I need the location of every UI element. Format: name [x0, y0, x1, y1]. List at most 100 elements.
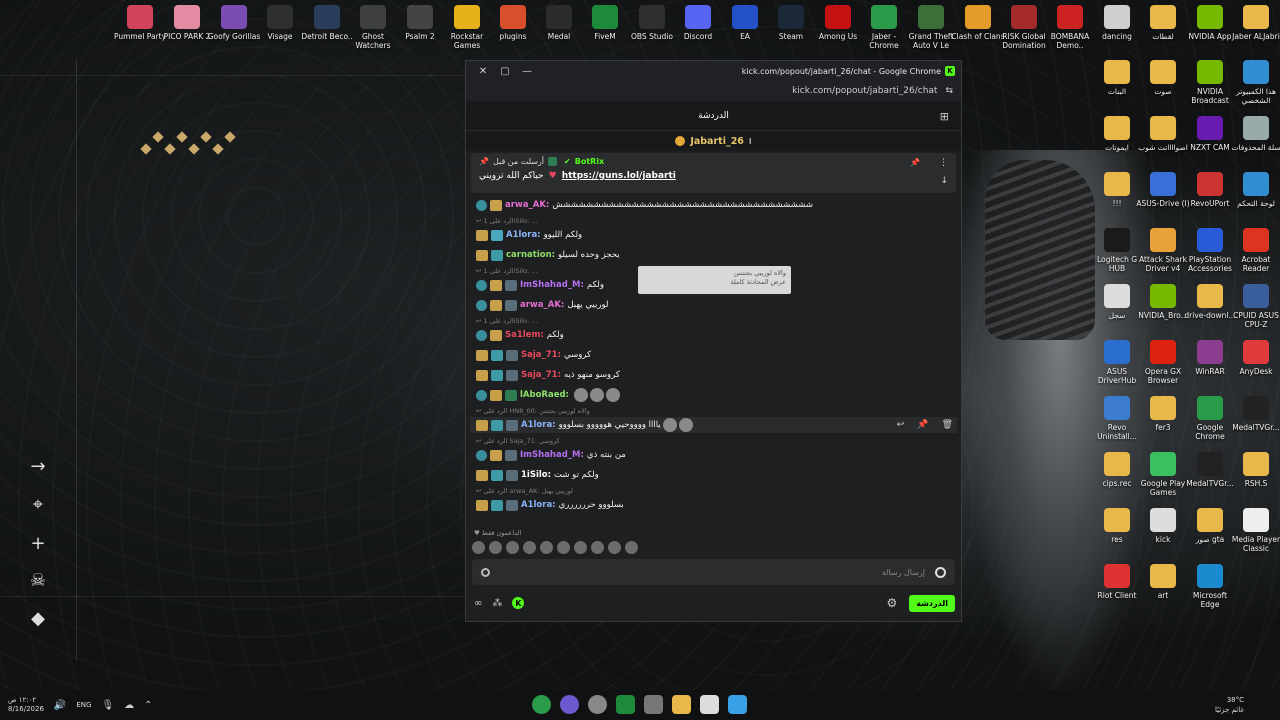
plus-cross-icon[interactable]: +: [24, 529, 52, 557]
chat-username[interactable]: A1lora:: [521, 500, 556, 510]
desktop-shortcut[interactable]: BOMBANA Demo..: [1043, 5, 1097, 50]
chat-message[interactable]: ImShahad_M: من بنته ذي: [476, 447, 953, 463]
send-chat-button[interactable]: الدردشة: [909, 594, 955, 612]
chat-username[interactable]: Saja_71:: [521, 370, 561, 380]
maximize-icon[interactable]: ▢: [494, 63, 516, 79]
chat-message[interactable]: A1lora: ولكم الليوو: [476, 227, 953, 243]
desktop-shortcut[interactable]: Psalm 2: [393, 5, 447, 41]
avatar[interactable]: [625, 541, 638, 554]
desktop-shortcut[interactable]: سلة المحذوفات: [1229, 116, 1280, 152]
chat-username[interactable]: Saja_71:: [521, 350, 561, 360]
desktop-shortcut[interactable]: ASUS-Drive (I): [1136, 172, 1190, 208]
chat-input[interactable]: إرسال رسالة: [472, 559, 955, 585]
minimize-icon[interactable]: —: [516, 63, 538, 79]
clock[interactable]: ١٢:٠٢ ص 8/16/2026: [8, 696, 44, 714]
close-icon[interactable]: ✕: [472, 63, 494, 79]
desktop-shortcut[interactable]: Opera GX Browser: [1136, 340, 1190, 385]
desktop-shortcut[interactable]: Pummel Party: [113, 5, 167, 41]
desktop-shortcut[interactable]: Grand Theft Auto V Le: [904, 5, 958, 50]
reply-icon[interactable]: ↩: [897, 420, 905, 430]
reply-context[interactable]: ↩ الرد على arwa_AK: لوربيي يهبل: [476, 487, 573, 495]
chat-message[interactable]: Sa1lem: ولكم: [476, 327, 953, 343]
skull-icon[interactable]: ☠: [24, 566, 52, 594]
chat-username[interactable]: A1lora:: [506, 230, 541, 240]
desktop-shortcut[interactable]: RSH.S: [1229, 452, 1280, 488]
emoji-icon[interactable]: [935, 566, 946, 578]
chat-message[interactable]: A1lora: ياااا ووووحيي هووووو بسلووو ↩ 📌 🗑: [470, 417, 957, 433]
pin-message-icon[interactable]: 📌: [917, 420, 928, 430]
expand-down-icon[interactable]: ↓: [940, 176, 948, 186]
desktop-shortcut[interactable]: Acrobat Reader: [1229, 228, 1280, 273]
avatar[interactable]: [540, 541, 553, 554]
reply-context[interactable]: ↩ الرد على HN8_00: والاه لوربيي بجنننن: [476, 407, 590, 415]
settings-taskbar-icon[interactable]: [588, 695, 607, 714]
chat-message[interactable]: arwa_AK: شششششششششششششششششششششششششششششششش…: [476, 197, 953, 213]
desktop-shortcut[interactable]: هذا الكمبيوتر الشخصي: [1229, 60, 1280, 105]
chevron-up-icon[interactable]: ⌃: [144, 700, 152, 711]
infinity-icon[interactable]: ∞: [474, 598, 482, 609]
site-settings-icon[interactable]: ⇆: [945, 86, 953, 96]
reply-context[interactable]: ↩ الرد على 1iSilo: ...: [476, 317, 538, 325]
desktop-shortcut[interactable]: Discord: [671, 5, 725, 41]
app-taskbar-icon[interactable]: [560, 695, 579, 714]
pinned-link[interactable]: https://guns.lol/jabarti: [562, 171, 676, 181]
points-icon[interactable]: ⁂: [492, 598, 502, 609]
desktop-shortcut[interactable]: اصوااااتت شوب: [1136, 116, 1190, 152]
desktop-shortcut[interactable]: لوحة التحكم: [1229, 172, 1280, 208]
crosshair-icon[interactable]: ⌖: [24, 490, 52, 518]
chat-username[interactable]: A1lora:: [521, 420, 556, 430]
reply-context[interactable]: ↩ الرد على 1iSilo: ...: [476, 217, 538, 225]
desktop-shortcut[interactable]: FiveM: [578, 5, 632, 41]
desktop-shortcut[interactable]: Ghost Watchers: [346, 5, 400, 50]
diamond-icon[interactable]: ◆: [24, 604, 52, 632]
emote-picker-icon[interactable]: [481, 567, 490, 577]
streamer-banner[interactable]: Jabarti_26 ا: [466, 131, 961, 151]
arrow-right-icon[interactable]: →: [24, 452, 52, 480]
desktop-shortcut[interactable]: Visage: [253, 5, 307, 41]
fivem-taskbar-icon[interactable]: [616, 695, 635, 714]
desktop-shortcut[interactable]: kick: [1136, 508, 1190, 544]
desktop-shortcut[interactable]: Google Play Games: [1136, 452, 1190, 497]
chat-username[interactable]: arwa_AK:: [520, 300, 564, 310]
desktop-shortcut[interactable]: Microsoft Edge: [1183, 564, 1237, 609]
desktop-shortcut[interactable]: CPUID ASUS CPU-Z: [1229, 284, 1280, 329]
file-taskbar-icon[interactable]: [700, 695, 719, 714]
chat-username[interactable]: arwa_AK:: [505, 200, 549, 210]
desktop-shortcut[interactable]: MedalTVGr...: [1229, 396, 1280, 432]
chat-message[interactable]: carnation: بحجز وحده لسيلو: [476, 247, 953, 263]
delete-icon[interactable]: 🗑: [942, 420, 953, 430]
kick-icon[interactable]: K: [512, 597, 525, 609]
language-indicator[interactable]: ENG: [76, 701, 91, 709]
chat-message[interactable]: Saja_71: كروسي: [476, 347, 953, 363]
chat-message[interactable]: 1iSilo: ولكم تو شت: [476, 467, 953, 483]
supporter-avatars[interactable]: [472, 541, 638, 554]
pinned-message[interactable]: 📌 أرسلت من قبل ✔ BotRix حياكم الله تروين…: [471, 153, 956, 193]
chat-username[interactable]: lAboRaed:: [520, 390, 569, 400]
chat-username[interactable]: ImShahad_M:: [520, 450, 584, 460]
desktop-shortcut[interactable]: Steam: [764, 5, 818, 41]
avatar[interactable]: [506, 541, 519, 554]
desktop-shortcut[interactable]: Attack Shark Driver v4: [1136, 228, 1190, 273]
desktop-shortcut[interactable]: صوت: [1136, 60, 1190, 96]
chat-username[interactable]: ImShahad_M:: [520, 280, 584, 290]
chat-username[interactable]: carnation:: [506, 250, 555, 260]
gear-icon[interactable]: ⚙: [886, 596, 897, 610]
chat-message[interactable]: A1lora: بسلووو حرررررري: [476, 497, 953, 513]
network-icon[interactable]: ☁: [124, 700, 134, 711]
reply-context[interactable]: ↩ الرد على 1iSilo: ...: [476, 267, 538, 275]
chrome-taskbar-icon[interactable]: [532, 695, 551, 714]
avatar[interactable]: [591, 541, 604, 554]
desktop-shortcut[interactable]: Jaber ALJabri: [1229, 5, 1280, 41]
volume-icon[interactable]: 🔊: [54, 700, 66, 711]
chat-message[interactable]: Saja_71: كروسو منهو ذيه: [476, 367, 953, 383]
unpin-icon[interactable]: 📌: [910, 158, 920, 167]
reply-context[interactable]: ↩ الرد على Saja_71: كروسي: [476, 437, 560, 445]
avatar[interactable]: [489, 541, 502, 554]
avatar[interactable]: [574, 541, 587, 554]
weather-widget[interactable]: 38°C غائم جزئيًا: [1215, 695, 1244, 715]
avatar[interactable]: [472, 541, 485, 554]
url-bar[interactable]: kick.com/popout/jabarti_26/chat ⇆: [466, 81, 961, 101]
dashboard-icon[interactable]: ⊞: [940, 110, 949, 123]
desktop-shortcut[interactable]: NVIDIA_Bro...: [1136, 284, 1190, 320]
avatar[interactable]: [523, 541, 536, 554]
